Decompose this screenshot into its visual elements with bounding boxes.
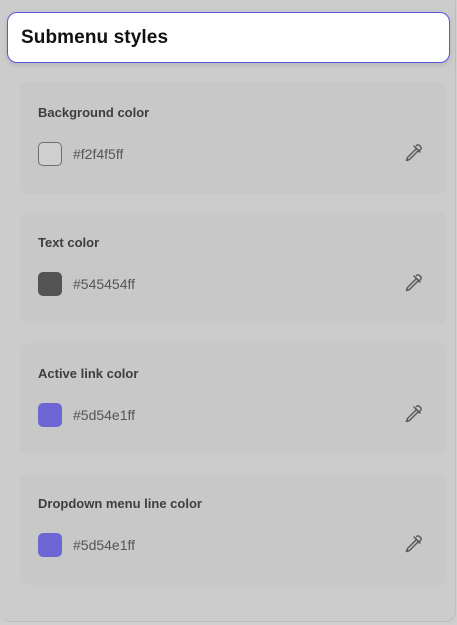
eyedropper-icon[interactable]	[400, 140, 426, 166]
dropdown-line-color-label: Dropdown menu line color	[38, 496, 202, 511]
text-color-swatch[interactable]	[38, 272, 62, 296]
background-color-value[interactable]: #f2f4f5ff	[73, 146, 123, 162]
submenu-styles-panel: Submenu styles Background color #f2f4f5f…	[0, 0, 456, 622]
dropdown-line-color-section: Dropdown menu line color #5d54e1ff	[20, 473, 446, 585]
background-color-swatch[interactable]	[38, 142, 62, 166]
background-color-section: Background color #f2f4f5ff	[20, 82, 446, 194]
active-link-color-swatch[interactable]	[38, 403, 62, 427]
text-color-section: Text color #545454ff	[20, 212, 446, 324]
active-link-color-value[interactable]: #5d54e1ff	[73, 407, 135, 423]
eyedropper-icon[interactable]	[400, 401, 426, 427]
dropdown-line-color-swatch[interactable]	[38, 533, 62, 557]
panel-title: Submenu styles	[21, 26, 169, 48]
dropdown-line-color-value[interactable]: #5d54e1ff	[73, 537, 135, 553]
background-color-label: Background color	[38, 105, 150, 120]
active-link-color-label: Active link color	[38, 366, 139, 381]
eyedropper-icon[interactable]	[400, 270, 426, 296]
active-link-color-section: Active link color #5d54e1ff	[20, 343, 446, 455]
text-color-label: Text color	[38, 235, 100, 250]
text-color-value[interactable]: #545454ff	[73, 276, 135, 292]
panel-header[interactable]: Submenu styles	[7, 12, 450, 63]
eyedropper-icon[interactable]	[400, 531, 426, 557]
